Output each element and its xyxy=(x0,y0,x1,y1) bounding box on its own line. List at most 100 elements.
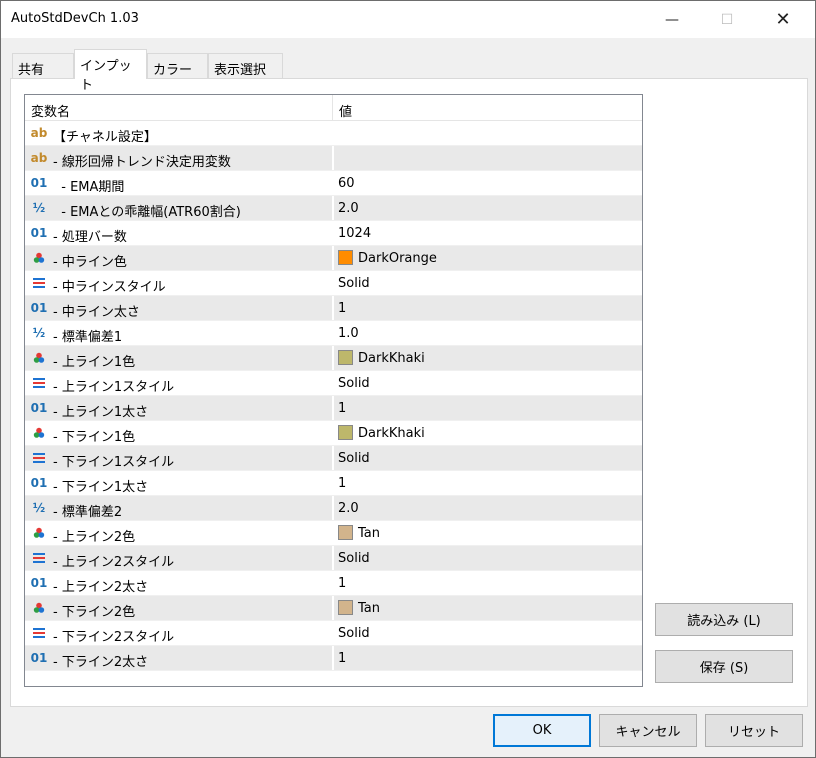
table-row[interactable]: - 中ラインスタイル Solid xyxy=(25,271,642,296)
table-row[interactable]: ½ - 標準偏差2 2.0 xyxy=(25,496,642,521)
integer-type-icon: 01 xyxy=(30,401,48,415)
parameter-name-cell: - 下ライン2スタイル xyxy=(25,621,332,645)
table-row[interactable]: - 上ライン1色 DarkKhaki xyxy=(25,346,642,371)
color-swatch xyxy=(338,250,353,265)
string-type-icon: ab xyxy=(30,151,48,165)
ok-button[interactable]: OK xyxy=(493,714,591,747)
parameter-value-cell[interactable]: Solid xyxy=(334,621,642,645)
column-divider[interactable] xyxy=(332,95,333,121)
dialog-window: AutoStdDevCh 1.03 — ☐ ✕ 共有 インプット カラー 表示選… xyxy=(0,0,816,758)
table-row[interactable]: 01 - 処理バー数 1024 xyxy=(25,221,642,246)
parameter-value: 1024 xyxy=(338,226,372,241)
table-row[interactable]: 01 - 下ライン2太さ 1 xyxy=(25,646,642,671)
tab-label: 共有 xyxy=(18,63,45,78)
parameter-name: - 下ライン1スタイル xyxy=(53,455,175,470)
parameter-name: - 処理バー数 xyxy=(53,230,127,245)
table-row[interactable]: 01 - 下ライン1太さ 1 xyxy=(25,471,642,496)
color-type-icon xyxy=(30,425,48,441)
table-row[interactable]: ab - 線形回帰トレンド決定用変数 xyxy=(25,146,642,171)
table-row[interactable]: - 下ライン1スタイル Solid xyxy=(25,446,642,471)
column-header-name[interactable]: 変数名 xyxy=(31,101,70,120)
load-button[interactable]: 読み込み (L) xyxy=(655,603,793,636)
parameter-value: Tan xyxy=(358,526,380,541)
parameter-value: Solid xyxy=(338,551,370,566)
parameter-name: - 上ライン1太さ xyxy=(53,405,149,420)
parameter-name-cell: 01 - 上ライン2太さ xyxy=(25,571,332,595)
tab-inputs[interactable]: インプット xyxy=(74,49,147,93)
table-row[interactable]: - 上ライン1スタイル Solid xyxy=(25,371,642,396)
parameter-name: - 中ライン色 xyxy=(53,255,127,270)
color-type-icon xyxy=(30,600,48,616)
parameter-value-cell[interactable]: Solid xyxy=(334,546,642,570)
parameter-value-cell[interactable]: Solid xyxy=(334,446,642,470)
tab-label: カラー xyxy=(153,63,193,78)
parameter-value-cell[interactable] xyxy=(334,146,642,170)
parameter-value-cell[interactable]: 2.0 xyxy=(334,496,642,520)
parameter-value-cell[interactable]: 1 xyxy=(334,646,642,670)
parameter-value: 1 xyxy=(338,301,347,316)
table-row[interactable]: 01 - 上ライン1太さ 1 xyxy=(25,396,642,421)
parameter-name-cell: - 下ライン1スタイル xyxy=(25,446,332,470)
parameter-name-cell: - 上ライン1スタイル xyxy=(25,371,332,395)
parameter-value: 2.0 xyxy=(338,501,359,516)
parameter-value-cell[interactable]: Solid xyxy=(334,371,642,395)
parameter-value-cell[interactable]: Solid xyxy=(334,271,642,295)
parameter-value: 1 xyxy=(338,576,347,591)
parameter-name: - 中ラインスタイル xyxy=(53,280,166,295)
table-row[interactable]: ab 【チャネル設定】 xyxy=(25,121,642,146)
parameter-value-cell[interactable]: DarkOrange xyxy=(334,246,642,270)
string-type-icon: ab xyxy=(30,126,48,140)
table-row[interactable]: ½ - EMAとの乖離幅(ATR60割合) 2.0 xyxy=(25,196,642,221)
table-row[interactable]: - 上ライン2色 Tan xyxy=(25,521,642,546)
parameter-value-cell[interactable]: 1 xyxy=(334,571,642,595)
table-row[interactable]: - 上ライン2スタイル Solid xyxy=(25,546,642,571)
parameter-name-cell: - 上ライン1色 xyxy=(25,346,332,370)
parameter-value-cell[interactable]: Tan xyxy=(334,521,642,545)
integer-type-icon: 01 xyxy=(30,476,48,490)
parameter-value-cell[interactable]: 2.0 xyxy=(334,196,642,220)
close-button[interactable]: ✕ xyxy=(760,1,806,38)
tab-display[interactable]: 表示選択 xyxy=(208,53,283,78)
table-row[interactable]: - 下ライン2スタイル Solid xyxy=(25,621,642,646)
parameter-value-cell[interactable] xyxy=(334,121,642,145)
parameter-name: - 下ライン1太さ xyxy=(53,480,149,495)
parameter-name: - 上ライン1スタイル xyxy=(53,380,175,395)
table-row[interactable]: - 下ライン1色 DarkKhaki xyxy=(25,421,642,446)
parameter-name: - 下ライン2太さ xyxy=(53,655,149,670)
table-row[interactable]: ½ - 標準偏差1 1.0 xyxy=(25,321,642,346)
parameter-value-cell[interactable]: DarkKhaki xyxy=(334,346,642,370)
tab-common[interactable]: 共有 xyxy=(12,53,74,78)
line-style-type-icon xyxy=(30,375,48,391)
parameter-value-cell[interactable]: DarkKhaki xyxy=(334,421,642,445)
parameter-value-cell[interactable]: 1 xyxy=(334,471,642,495)
table-row[interactable]: 01 - EMA期間 60 xyxy=(25,171,642,196)
cancel-button[interactable]: キャンセル xyxy=(599,714,697,747)
line-style-type-icon xyxy=(30,625,48,641)
line-style-type-icon xyxy=(30,275,48,291)
table-row[interactable]: - 下ライン2色 Tan xyxy=(25,596,642,621)
parameter-value-cell[interactable]: 1024 xyxy=(334,221,642,245)
parameter-value-cell[interactable]: 60 xyxy=(334,171,642,195)
table-row[interactable]: - 中ライン色 DarkOrange xyxy=(25,246,642,271)
parameter-value-cell[interactable]: 1 xyxy=(334,396,642,420)
reset-button[interactable]: リセット xyxy=(705,714,803,747)
parameter-value-cell[interactable]: 1 xyxy=(334,296,642,320)
parameter-value-cell[interactable]: Tan xyxy=(334,596,642,620)
minimize-button[interactable]: — xyxy=(649,1,695,38)
parameter-value: 2.0 xyxy=(338,201,359,216)
parameter-name: - EMAとの乖離幅(ATR60割合) xyxy=(53,205,241,220)
integer-type-icon: 01 xyxy=(30,576,48,590)
parameter-name-cell: 01 - 下ライン1太さ xyxy=(25,471,332,495)
table-row[interactable]: 01 - 中ライン太さ 1 xyxy=(25,296,642,321)
integer-type-icon: 01 xyxy=(30,651,48,665)
line-style-type-icon xyxy=(30,550,48,566)
parameter-value-cell[interactable]: 1.0 xyxy=(334,321,642,345)
save-button[interactable]: 保存 (S) xyxy=(655,650,793,683)
parameter-value: 1 xyxy=(338,651,347,666)
parameter-name: - EMA期間 xyxy=(53,180,125,195)
color-type-icon xyxy=(30,525,48,541)
tab-colors[interactable]: カラー xyxy=(147,53,208,78)
table-row[interactable]: 01 - 上ライン2太さ 1 xyxy=(25,571,642,596)
parameter-name-cell: 01 - 上ライン1太さ xyxy=(25,396,332,420)
column-header-value[interactable]: 値 xyxy=(339,101,352,120)
